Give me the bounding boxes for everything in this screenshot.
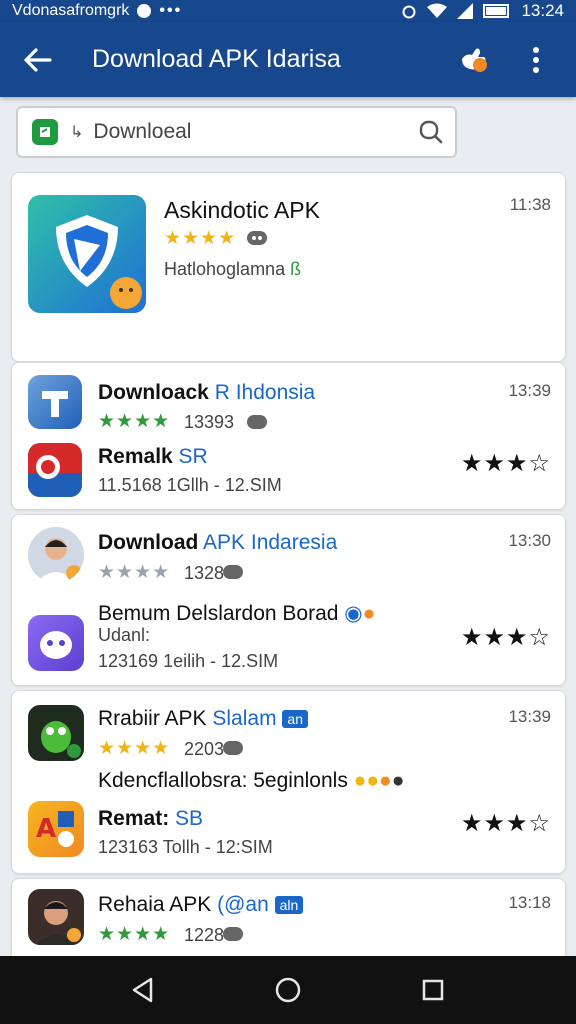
share-hand-icon[interactable] <box>452 38 496 82</box>
search-input[interactable] <box>93 120 417 144</box>
app-icon-t <box>28 375 82 429</box>
wifi-icon <box>427 3 448 18</box>
review-bubble-icon <box>246 413 268 433</box>
review-bubble-icon <box>222 739 244 759</box>
app-time: 11:38 <box>509 195 551 214</box>
system-nav-bar <box>0 956 576 1024</box>
app-meta: 11.5168 1Gllh - 12.SIM <box>98 475 282 495</box>
signal-icon <box>457 3 474 19</box>
more-dots-icon: ••• <box>159 2 183 19</box>
rating-stars: ★★★☆ <box>460 624 551 651</box>
rating-stars: ★★★★ <box>164 228 237 249</box>
back-triangle-icon[interactable] <box>123 970 163 1010</box>
app-name: Downloack R Ihdonsia <box>98 381 316 404</box>
search-bar[interactable]: ↳ <box>16 106 457 158</box>
app-card[interactable]: Rrabiir APK Slalam an 13:39 ★★★★ 2203 Kd… <box>11 690 566 874</box>
overflow-menu-icon[interactable] <box>514 38 558 82</box>
app-name: Rehaia APK (@an aln <box>98 893 304 917</box>
battery-icon <box>483 4 510 18</box>
app-description: Kdencflallobsra: 5eginlonls ●●●● <box>98 769 405 792</box>
app-name: Rrabiir APK Slalam an <box>98 707 308 731</box>
app-bar: Download APK Idarisa <box>0 22 576 97</box>
svg-text:A: A <box>36 814 56 844</box>
app-name: Remalk SR <box>98 445 208 468</box>
back-arrow-icon[interactable] <box>18 40 58 80</box>
review-count: 13393 <box>184 412 235 432</box>
home-circle-icon[interactable] <box>268 970 308 1010</box>
app-subtitle: Hatlohoglamna ß <box>164 259 302 279</box>
app-card[interactable]: Download APK Indaresia 13:30 ★★★★ 1328 B… <box>11 514 566 686</box>
notification-dot-icon <box>137 4 152 18</box>
app-time: 13:30 <box>508 531 551 550</box>
rating-stars: ★★★★ <box>98 738 171 759</box>
app-line2: Udanl: <box>98 625 151 645</box>
review-count: 1228 <box>184 925 225 945</box>
app-card[interactable]: Askindotic APK 11:38 ★★★★ Hatlohoglamna … <box>11 172 566 362</box>
status-left-text: Vdonasafromgrk <box>12 2 130 19</box>
search-icon[interactable] <box>417 118 445 146</box>
app-icon-letters: A <box>28 801 84 857</box>
rating-stars: ★★★☆ <box>460 810 551 837</box>
app-time: 13:18 <box>508 893 551 912</box>
alarm-icon <box>402 5 416 19</box>
rating-stars: ★★★★ <box>98 924 171 945</box>
app-icon-red <box>28 443 82 497</box>
avatar <box>28 889 84 945</box>
app-name: Askindotic APK <box>164 197 320 223</box>
cursor-icon: ↳ <box>70 124 84 141</box>
app-name: Bemum Delslardon Borad ◉● <box>98 602 376 625</box>
app-meta: 123169 1eilih - 12.SIM <box>98 651 279 671</box>
review-count: 1328 <box>184 563 225 583</box>
rating-stars: ★★★☆ <box>460 450 551 477</box>
app-card[interactable]: Downloack R Ihdonsia 13:39 ★★★★ 13393 Re… <box>11 362 566 510</box>
recents-square-icon[interactable] <box>413 970 453 1010</box>
review-bubble-icon <box>222 563 244 583</box>
status-bar: Vdonasafromgrk ••• 13:24 <box>0 0 576 22</box>
app-time: 13:39 <box>508 381 551 400</box>
app-logo-icon <box>32 119 58 145</box>
rating-stars: ★★★★ <box>98 411 171 432</box>
app-icon-ghost <box>28 615 84 671</box>
page-title: Download APK Idarisa <box>92 45 341 73</box>
app-name: Download APK Indaresia <box>98 531 338 554</box>
review-bubble-icon <box>222 925 244 945</box>
rating-stars: ★★★★ <box>98 562 171 583</box>
app-icon-shield <box>28 195 146 313</box>
review-bubble-icon <box>246 229 268 249</box>
review-count: 2203 <box>184 739 225 759</box>
app-icon-monster <box>28 705 84 761</box>
app-time: 13:39 <box>508 707 551 726</box>
avatar <box>28 527 84 583</box>
status-time: 13:24 <box>521 1 564 20</box>
app-meta: 123163 Tollh - 12:SIM <box>98 837 273 857</box>
app-name: Remat: SB <box>98 807 204 830</box>
